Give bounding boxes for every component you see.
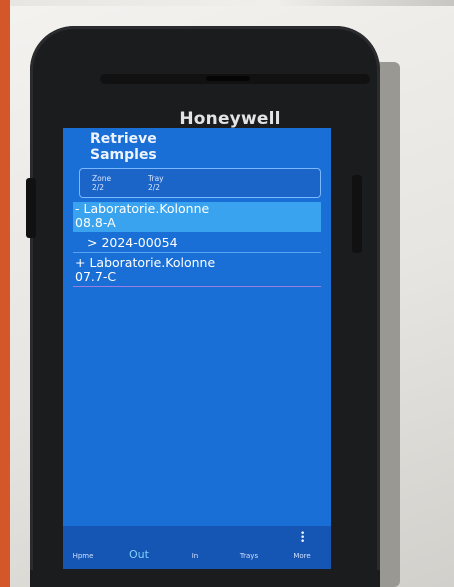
bottom-navigation: Hpme Out In Trays • • • More	[63, 526, 331, 569]
zone-label: Zone	[92, 174, 112, 183]
list-item-sample[interactable]: > 2024-00054	[73, 236, 321, 252]
zone-value: 2/2	[92, 183, 105, 192]
nav-in[interactable]: In	[175, 552, 215, 560]
app-screen: Retrieve Samples Zone 2/2 Tray 2/2 - Lab…	[63, 128, 331, 569]
right-side-button[interactable]	[352, 175, 362, 253]
more-icon[interactable]: • • •	[300, 530, 305, 547]
left-side-button[interactable]	[26, 178, 36, 238]
title-line-2: Samples	[90, 147, 157, 163]
list-item-line-1: - Laboratorie.Kolonne	[75, 201, 210, 216]
nav-more[interactable]: More	[282, 552, 322, 560]
zone-tray-panel[interactable]: Zone 2/2 Tray 2/2	[79, 168, 321, 198]
brand-logo: Honeywell	[179, 109, 281, 129]
tray-value: 2/2	[148, 183, 161, 192]
tray-label: Tray	[148, 174, 164, 183]
list-divider	[73, 286, 321, 287]
speaker-grille	[206, 76, 250, 81]
list-item-line-1: + Laboratorie.Kolonne	[75, 255, 216, 270]
title-line-1: Retrieve	[90, 131, 157, 147]
list-item-line-1: > 2024-00054	[87, 235, 178, 250]
nav-home[interactable]: Hpme	[63, 552, 103, 560]
list-item-line-2: 08.8-A	[75, 215, 116, 230]
list-divider	[73, 252, 321, 253]
list-item-location-selected[interactable]: - Laboratorie.Kolonne 08.8-A	[73, 202, 321, 232]
list-item-location[interactable]: + Laboratorie.Kolonne 07.7-C	[73, 256, 321, 286]
device-chin	[30, 570, 380, 587]
nav-trays[interactable]: Trays	[229, 552, 269, 560]
list-item-line-2: 07.7-C	[75, 269, 117, 284]
page-title: Retrieve Samples	[90, 131, 210, 163]
nav-out[interactable]: Out	[119, 548, 159, 561]
